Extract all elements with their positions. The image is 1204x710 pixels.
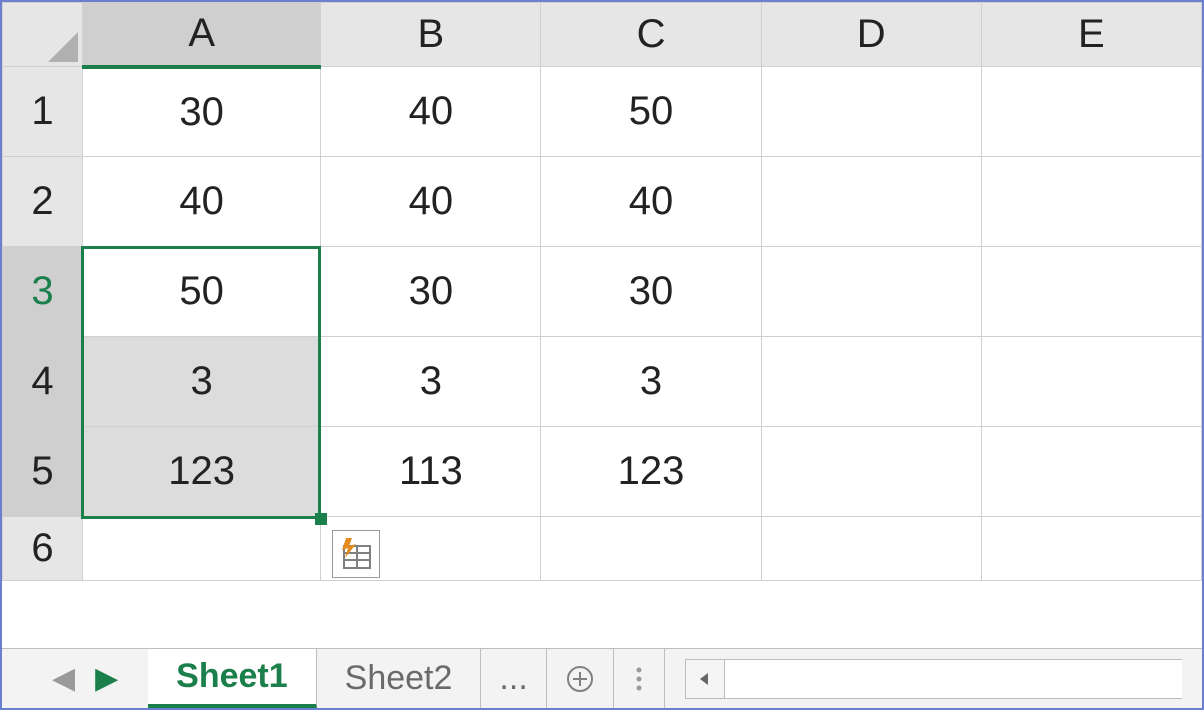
cell-B2[interactable]: 40 <box>321 157 541 247</box>
cell-A3[interactable]: 50 <box>83 247 321 337</box>
cell-D3[interactable] <box>761 247 981 337</box>
cell-B3[interactable]: 30 <box>321 247 541 337</box>
dots-vertical-icon <box>632 664 646 694</box>
cell-D6[interactable] <box>761 517 981 581</box>
col-header-B[interactable]: B <box>321 3 541 67</box>
new-sheet-button[interactable] <box>547 649 614 708</box>
col-header-A[interactable]: A <box>83 3 321 67</box>
col-header-D[interactable]: D <box>761 3 981 67</box>
cell-D2[interactable] <box>761 157 981 247</box>
quick-analysis-button[interactable] <box>332 530 380 578</box>
sheet-tab-sheet2[interactable]: Sheet2 <box>317 649 482 708</box>
cell-C6[interactable] <box>541 517 761 581</box>
horizontal-scrollbar[interactable] <box>665 649 1202 708</box>
sheet-tabs-more[interactable]: ... <box>481 649 546 708</box>
cell-D4[interactable] <box>761 337 981 427</box>
row-header-4[interactable]: 4 <box>3 337 83 427</box>
cell-E3[interactable] <box>981 247 1201 337</box>
selection-fill-handle[interactable] <box>315 513 327 525</box>
sheet-tab-bar: ◀ ▶ Sheet1 Sheet2 ... <box>2 648 1202 708</box>
hscroll-left-button[interactable] <box>685 659 725 699</box>
select-all-triangle-icon <box>48 32 78 62</box>
row-header-2[interactable]: 2 <box>3 157 83 247</box>
cell-C1[interactable]: 50 <box>541 67 761 157</box>
hscroll-track[interactable] <box>725 659 1182 699</box>
sheet-nav: ◀ ▶ <box>2 649 148 708</box>
quick-analysis-icon <box>338 536 374 572</box>
tab-bar-drag-handle[interactable] <box>614 649 665 708</box>
row-header-5[interactable]: 5 <box>3 427 83 517</box>
sheet-nav-prev-icon[interactable]: ◀ <box>52 661 75 696</box>
cell-C5[interactable]: 123 <box>541 427 761 517</box>
row-header-3[interactable]: 3 <box>3 247 83 337</box>
cell-B5[interactable]: 113 <box>321 427 541 517</box>
plus-circle-icon <box>565 664 595 694</box>
row-header-1[interactable]: 1 <box>3 67 83 157</box>
cell-E1[interactable] <box>981 67 1201 157</box>
cell-E6[interactable] <box>981 517 1201 581</box>
cell-A6[interactable] <box>83 517 321 581</box>
sheet-nav-next-icon[interactable]: ▶ <box>95 661 118 696</box>
cell-B4[interactable]: 3 <box>321 337 541 427</box>
cell-E4[interactable] <box>981 337 1201 427</box>
cell-D1[interactable] <box>761 67 981 157</box>
cell-A1[interactable]: 30 <box>83 67 321 157</box>
cell-D5[interactable] <box>761 427 981 517</box>
cell-A2[interactable]: 40 <box>83 157 321 247</box>
cell-C4[interactable]: 3 <box>541 337 761 427</box>
sheet-tab-sheet1[interactable]: Sheet1 <box>148 649 317 708</box>
spreadsheet-grid[interactable]: A B C D E 1 30 40 50 2 40 40 40 3 50 30 … <box>2 2 1202 648</box>
col-header-C[interactable]: C <box>541 3 761 67</box>
cell-E5[interactable] <box>981 427 1201 517</box>
cell-C2[interactable]: 40 <box>541 157 761 247</box>
cell-C3[interactable]: 30 <box>541 247 761 337</box>
select-all-corner[interactable] <box>3 3 83 67</box>
triangle-left-icon <box>698 672 712 686</box>
col-header-E[interactable]: E <box>981 3 1201 67</box>
cell-B1[interactable]: 40 <box>321 67 541 157</box>
cell-A5[interactable]: 123 <box>83 427 321 517</box>
cell-E2[interactable] <box>981 157 1201 247</box>
cell-A4[interactable]: 3 <box>83 337 321 427</box>
row-header-6[interactable]: 6 <box>3 517 83 581</box>
